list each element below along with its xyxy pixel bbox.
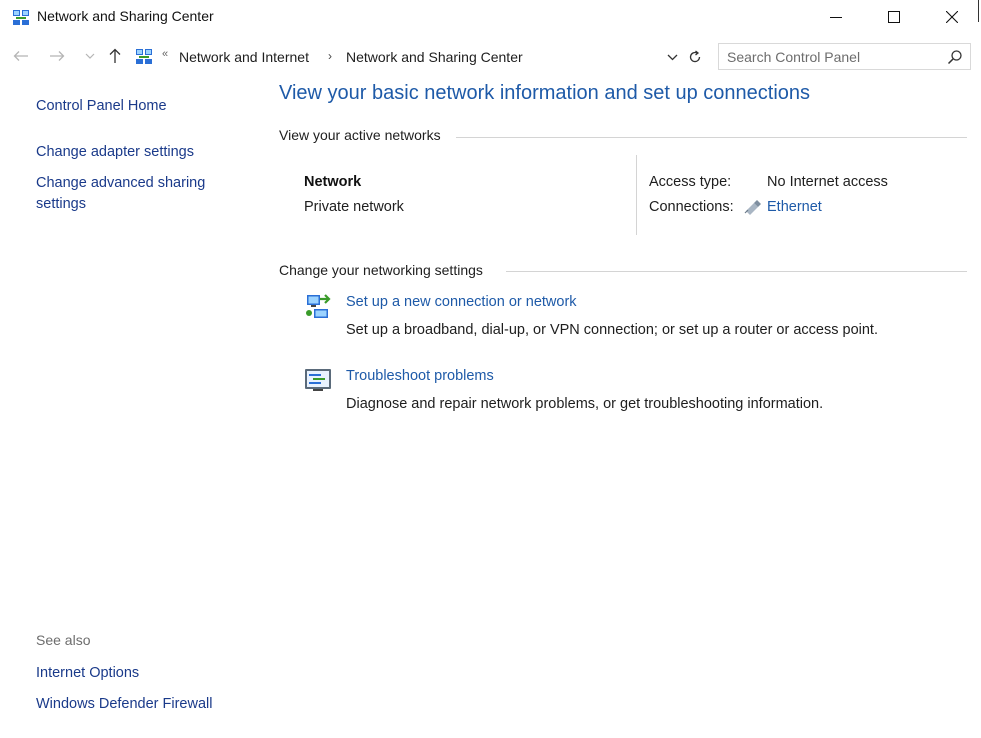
chevron-down-icon (85, 53, 95, 59)
address-bar[interactable]: « Network and Internet › Network and Sha… (130, 43, 708, 70)
change-adapter-settings-link[interactable]: Change adapter settings (36, 142, 194, 163)
control-panel-home-link[interactable]: Control Panel Home (36, 96, 167, 117)
close-button[interactable] (928, 0, 976, 33)
setup-connection-link[interactable]: Set up a new connection or network (346, 294, 577, 310)
connections-label: Connections: (649, 199, 734, 215)
address-dropdown-button[interactable] (664, 49, 680, 65)
network-sharing-icon (136, 49, 152, 64)
search-icon[interactable] (947, 49, 963, 65)
network-type: Private network (304, 199, 404, 215)
access-type-value: No Internet access (767, 174, 888, 190)
overflow-chevron-icon[interactable]: « (162, 48, 168, 60)
network-sharing-icon (13, 10, 29, 25)
navigation-bar: « Network and Internet › Network and Sha… (0, 40, 981, 72)
see-also-heading: See also (36, 632, 91, 648)
chevron-down-icon (667, 54, 677, 61)
arrow-up-icon (109, 48, 121, 63)
refresh-icon (689, 50, 701, 63)
access-type-label: Access type: (649, 174, 732, 190)
breadcrumb-network-sharing-center[interactable]: Network and Sharing Center (346, 49, 523, 65)
arrow-left-icon (13, 51, 28, 61)
ethernet-link[interactable]: Ethernet (767, 199, 822, 215)
change-settings-heading: Change your networking settings (279, 262, 483, 278)
section-divider (506, 271, 967, 272)
setup-connection-description: Set up a broadband, dial-up, or VPN conn… (346, 322, 878, 338)
recent-locations-button[interactable] (84, 46, 96, 66)
new-connection-icon (306, 294, 331, 318)
breadcrumb-separator-icon[interactable]: › (328, 49, 332, 63)
vertical-divider (636, 155, 637, 235)
close-icon (946, 10, 958, 23)
arrow-right-icon (50, 51, 65, 61)
minimize-icon (830, 16, 842, 18)
up-button[interactable] (106, 46, 124, 66)
window-edge (978, 0, 979, 22)
search-input[interactable] (727, 49, 927, 65)
troubleshoot-icon (305, 369, 331, 391)
active-networks-heading: View your active networks (279, 127, 441, 143)
minimize-button[interactable] (812, 0, 860, 33)
network-name: Network (304, 174, 362, 190)
refresh-button[interactable] (686, 48, 704, 66)
maximize-icon (888, 10, 900, 23)
back-button[interactable] (12, 46, 30, 66)
title-bar: Network and Sharing Center (0, 0, 981, 33)
page-title: View your basic network information and … (279, 82, 811, 104)
window-title: Network and Sharing Center (37, 8, 214, 24)
maximize-button[interactable] (870, 0, 918, 33)
windows-defender-firewall-link[interactable]: Windows Defender Firewall (36, 694, 212, 715)
change-advanced-sharing-link[interactable]: Change advanced sharing settings (36, 173, 226, 215)
troubleshoot-description: Diagnose and repair network problems, or… (346, 396, 824, 412)
troubleshoot-problems-link[interactable]: Troubleshoot problems (346, 368, 494, 384)
forward-button[interactable] (48, 46, 66, 66)
section-divider (456, 137, 967, 138)
internet-options-link[interactable]: Internet Options (36, 663, 139, 684)
breadcrumb-network-and-internet[interactable]: Network and Internet (179, 49, 309, 65)
ethernet-icon (744, 200, 761, 215)
search-box[interactable] (718, 43, 971, 70)
